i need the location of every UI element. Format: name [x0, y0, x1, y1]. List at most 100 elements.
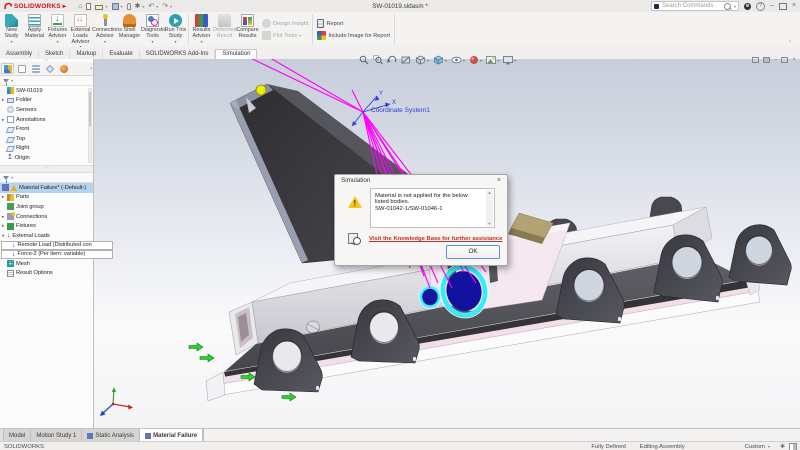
- fixtures-advisor-button[interactable]: Fixtures Advisor▾: [46, 12, 69, 47]
- shell-manager-button[interactable]: Shell Manager: [118, 12, 141, 47]
- view-settings-icon[interactable]: ▾: [502, 55, 517, 65]
- attach-icon[interactable]: [127, 3, 131, 10]
- save-icon[interactable]: [112, 3, 119, 10]
- tab-evaluate[interactable]: Evaluate: [103, 50, 139, 59]
- pane-split-icon[interactable]: [752, 57, 759, 63]
- new-study-icon: [5, 14, 18, 27]
- tab-configuration-manager[interactable]: [29, 63, 42, 74]
- edit-appearance-icon[interactable]: ▾: [468, 55, 483, 65]
- tab-simulation[interactable]: Simulation: [215, 49, 257, 59]
- view-orientation-icon[interactable]: ▾: [414, 55, 430, 65]
- compare-results-button[interactable]: Compare Results: [236, 12, 259, 47]
- redo-icon[interactable]: ↷: [162, 2, 168, 10]
- undo-icon[interactable]: ↶: [148, 2, 154, 10]
- minimize-button[interactable]: –: [770, 2, 774, 10]
- previous-view-icon[interactable]: [386, 55, 398, 65]
- apply-material-button[interactable]: Apply Material: [23, 12, 46, 47]
- pane-toggle-icon[interactable]: [763, 57, 770, 63]
- panel-splitter[interactable]: ⋯: [0, 165, 93, 173]
- study-item-remote-load[interactable]: ↓ Remote Load (Distributed con: [1, 241, 113, 250]
- tree-item-top-plane[interactable]: Top: [0, 134, 93, 144]
- tree-filter[interactable]: ▾: [0, 76, 93, 86]
- dialog-close-icon[interactable]: ×: [497, 176, 501, 185]
- section-view-icon[interactable]: [400, 55, 412, 65]
- ok-button[interactable]: OK: [446, 245, 500, 259]
- tab-feature-manager[interactable]: [1, 63, 14, 74]
- diagnostic-tools-button[interactable]: Diagnostic Tools▾: [141, 12, 164, 47]
- tube-vertex-marker[interactable]: [256, 85, 266, 95]
- configuration-selector[interactable]: Custom ▾: [745, 444, 770, 450]
- options-gear-icon[interactable]: ✱: [135, 2, 141, 10]
- tab-property-manager[interactable]: [15, 63, 28, 74]
- manager-tabs-chevron[interactable]: ›: [90, 66, 92, 72]
- coordinate-system-annotation[interactable]: Y X Coordinate System1: [352, 91, 430, 126]
- study-item-mesh[interactable]: Mesh: [0, 259, 93, 269]
- ribbon-collapse-chevron[interactable]: ⌃: [788, 40, 792, 46]
- external-loads-advisor-button[interactable]: External Loads Advisor▾: [69, 12, 92, 47]
- tree-item-front-plane[interactable]: Front: [0, 124, 93, 134]
- search-input[interactable]: Search Commands ▾: [651, 1, 739, 11]
- tree-item-sensors[interactable]: Sensors: [0, 105, 93, 115]
- tab-display-manager[interactable]: [57, 63, 70, 74]
- tree-item-origin[interactable]: ↥ Origin: [0, 153, 93, 163]
- warning-icon: [11, 185, 17, 191]
- tree-item-right-plane[interactable]: Right: [0, 144, 93, 154]
- tree-item-annotations[interactable]: ▸ Annotations: [0, 115, 93, 125]
- tab-solidworks-add-ins[interactable]: SOLIDWORKS Add-Ins: [140, 50, 216, 59]
- open-document-icon[interactable]: [95, 5, 103, 10]
- study-item-connections[interactable]: ▸ Connections: [0, 212, 93, 222]
- study-item-material-failure[interactable]: Material Failure* (-Default-): [0, 183, 93, 193]
- display-style-icon[interactable]: ▾: [432, 55, 448, 65]
- new-study-button[interactable]: New Study▾: [0, 12, 23, 47]
- zoom-to-fit-icon[interactable]: [358, 55, 370, 65]
- solidworks-logo[interactable]: SOLIDWORKS ▸: [0, 2, 70, 10]
- dialog-message-box[interactable]: Material is not applied for the below li…: [370, 188, 495, 228]
- search-caret[interactable]: ▾: [734, 4, 736, 9]
- study-item-parts[interactable]: ▸ Parts: [0, 193, 93, 203]
- results-advisor-button[interactable]: Results Advisor▾: [190, 12, 213, 47]
- search-icon[interactable]: [724, 3, 731, 10]
- viewport-close-icon[interactable]: ×: [792, 57, 796, 63]
- apply-scene-icon[interactable]: ▾: [485, 55, 500, 65]
- study-item-fixtures[interactable]: ▸ Fixtures: [0, 221, 93, 231]
- study-item-result-options[interactable]: Result Options: [0, 269, 93, 279]
- maximize-button[interactable]: [779, 3, 787, 10]
- viewport-minimize-icon[interactable]: –: [774, 57, 777, 63]
- home-button[interactable]: ⌂: [78, 3, 82, 10]
- dialog-scrollbar[interactable]: ▲ ▼: [486, 190, 493, 226]
- tab-assembly[interactable]: Assembly: [0, 50, 39, 59]
- study-item-force-2[interactable]: ↓ Force-2 (Per item: variable): [1, 250, 113, 259]
- scroll-down-icon[interactable]: ▼: [488, 221, 492, 226]
- status-pane-icon[interactable]: [789, 443, 797, 450]
- study-tabs-bar: Model Motion Study 1 Static Analysis Mat…: [0, 428, 800, 442]
- close-button[interactable]: ×: [792, 2, 796, 10]
- tab-dimxpert-manager[interactable]: [43, 63, 56, 74]
- scroll-up-icon[interactable]: ▲: [488, 190, 492, 195]
- tree-item-assembly-root[interactable]: SW-01019: [0, 86, 93, 96]
- zoom-to-area-icon[interactable]: [372, 55, 384, 65]
- results-advisor-icon: [195, 14, 208, 27]
- tree-item-folder[interactable]: ▸ Folder: [0, 96, 93, 106]
- study-tree-filter[interactable]: ▾: [0, 173, 93, 183]
- knowledge-base-link[interactable]: Visit the Knowledge Base for further ass…: [369, 236, 502, 242]
- include-image-for-report-button[interactable]: Include Image for Report: [317, 31, 390, 40]
- hide-show-items-icon[interactable]: ▾: [450, 55, 466, 65]
- feature-manager-panel: • • › ▾ SW-01019 ▸ Folder: [0, 59, 94, 428]
- connections-advisor-button[interactable]: Connections Advisor▾: [92, 12, 118, 47]
- report-button[interactable]: Report: [317, 19, 390, 28]
- help-icon[interactable]: ?: [756, 2, 765, 11]
- study-item-external-loads[interactable]: ▾ ↓ External Loads: [0, 231, 93, 241]
- viewport-restore-icon[interactable]: [781, 57, 788, 63]
- study-item-joint-group[interactable]: Joint group: [0, 202, 93, 212]
- user-avatar[interactable]: [744, 3, 751, 10]
- menu-expand-caret[interactable]: ▸: [63, 2, 66, 10]
- status-settings-icon[interactable]: ✱: [780, 444, 785, 450]
- run-this-study-button[interactable]: Run This Study▾: [164, 12, 187, 47]
- tree-label: Right: [16, 145, 29, 151]
- tree-scrollbar-thumb[interactable]: [89, 92, 91, 126]
- dialog-title-bar[interactable]: Simulation ×: [335, 175, 507, 186]
- tree-scrollbar[interactable]: [88, 88, 92, 163]
- tab-markup[interactable]: Markup: [70, 50, 103, 59]
- new-document-icon[interactable]: [86, 3, 91, 10]
- tab-sketch[interactable]: Sketch: [39, 50, 70, 59]
